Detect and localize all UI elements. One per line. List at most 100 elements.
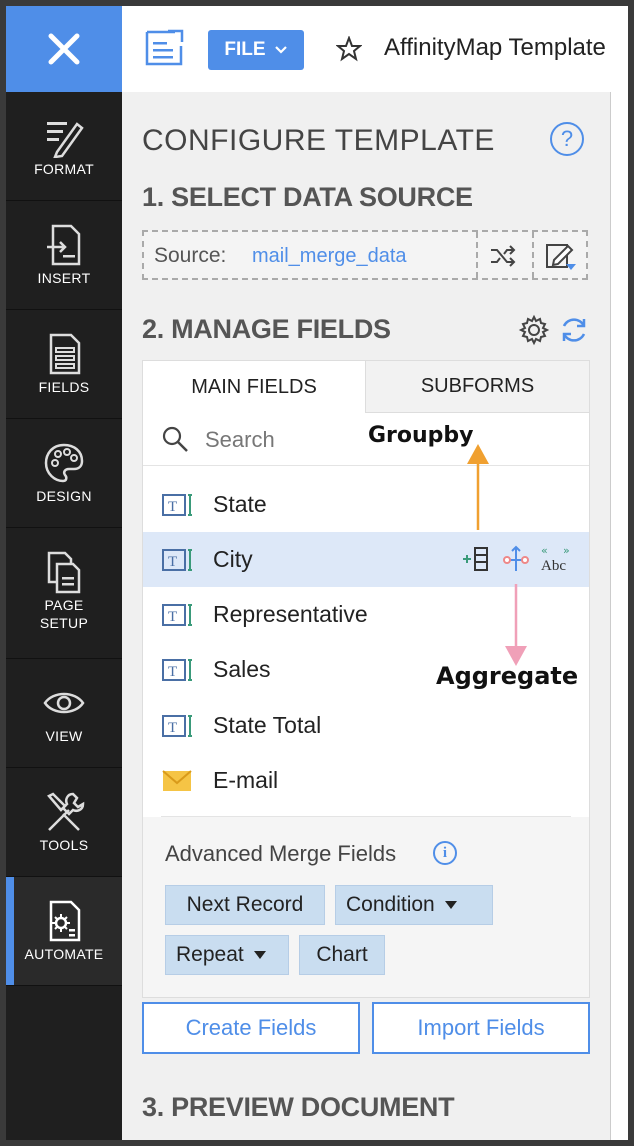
rail-item-design[interactable]: DESIGN — [6, 419, 122, 528]
rail-item-view[interactable]: VIEW — [6, 659, 122, 768]
next-record-chip[interactable]: Next Record — [165, 885, 325, 925]
rail-item-label: FORMAT — [34, 161, 94, 177]
email-icon — [162, 770, 192, 791]
rail-item-format[interactable]: FORMAT — [6, 92, 122, 201]
svg-text:T: T — [168, 609, 177, 625]
fields-icon — [49, 333, 81, 375]
rail-item-label: DESIGN — [36, 488, 92, 504]
svg-text:T: T — [168, 499, 177, 515]
field-label: City — [213, 546, 253, 572]
caret-down-icon — [253, 951, 266, 959]
rail-item-label: INSERT — [37, 270, 91, 286]
rail-item-label: PAGE SETUP — [39, 597, 89, 631]
tab-main-fields[interactable]: MAIN FIELDS — [143, 361, 365, 413]
field-row-representative[interactable]: T Representative — [143, 587, 589, 642]
source-value-link[interactable]: mail_merge_data — [252, 245, 407, 268]
field-label: Sales — [213, 656, 271, 682]
divider — [532, 232, 534, 278]
text-field-icon: T — [162, 715, 192, 737]
rail-item-tools[interactable]: TOOLS — [6, 768, 122, 877]
text-field-icon: T — [162, 604, 192, 626]
rail-item-page-setup[interactable]: PAGE SETUP — [6, 528, 122, 659]
rail-item-automate[interactable]: AUTOMATE — [6, 877, 122, 986]
eye-icon — [43, 692, 85, 714]
rail-item-label: AUTOMATE — [24, 946, 104, 962]
file-menu-label: FILE — [224, 39, 266, 60]
app-window: FORMAT INSERT FIELDS DESIGN PAGE SETUP V… — [6, 6, 628, 1140]
svg-text:Abc: Abc — [541, 558, 566, 574]
palette-icon — [44, 443, 84, 483]
svg-text:«: « — [541, 544, 548, 557]
svg-text:T: T — [168, 664, 177, 680]
document-title[interactable]: AffinityMap Template — [384, 34, 606, 62]
close-button[interactable] — [6, 6, 122, 92]
svg-text:T: T — [168, 720, 177, 736]
create-fields-button[interactable]: Create Fields — [142, 1002, 360, 1054]
tools-icon — [47, 792, 85, 831]
chip-label: Chart — [316, 943, 368, 966]
rail-item-label: VIEW — [45, 728, 83, 744]
rail-item-fields[interactable]: FIELDS — [6, 310, 122, 419]
section-manage-fields: 2. MANAGE FIELDS — [142, 314, 391, 344]
text-field-icon: T — [162, 659, 192, 681]
field-label: E-mail — [213, 767, 279, 793]
refresh-icon[interactable] — [558, 314, 590, 346]
field-row-city[interactable]: T City « » Abc — [143, 532, 589, 587]
groupby-annotation: Groupby — [368, 423, 474, 448]
divider — [476, 232, 478, 278]
document-icon[interactable] — [144, 28, 186, 68]
text-field-icon: T — [162, 494, 192, 516]
field-row-email[interactable]: E-mail — [143, 753, 589, 808]
chip-label: Condition — [346, 893, 435, 916]
page-setup-icon — [47, 551, 81, 594]
data-source-box: Source: mail_merge_data — [142, 230, 588, 280]
rail-item-insert[interactable]: INSERT — [6, 201, 122, 310]
edit-source-icon[interactable] — [544, 240, 578, 272]
field-label: Representative — [213, 601, 368, 627]
file-menu-button[interactable]: FILE — [208, 30, 304, 70]
tab-subforms[interactable]: SUBFORMS — [365, 361, 589, 413]
chart-chip[interactable]: Chart — [299, 935, 385, 975]
automate-icon — [49, 900, 81, 942]
groupby-icon[interactable] — [461, 544, 491, 574]
advanced-merge-fields-title: Advanced Merge Fields — [165, 841, 397, 866]
gear-icon[interactable] — [518, 314, 550, 346]
chip-label: Next Record — [186, 893, 304, 916]
svg-text:»: » — [563, 544, 570, 557]
rail-item-label: TOOLS — [39, 837, 89, 853]
left-rail: FORMAT INSERT FIELDS DESIGN PAGE SETUP V… — [6, 6, 122, 1140]
search-icon — [162, 426, 188, 452]
field-label: State Total — [213, 712, 322, 738]
chip-label: Repeat — [176, 943, 244, 966]
aggregate-annotation: Aggregate — [436, 662, 579, 690]
rail-item-label: FIELDS — [38, 379, 90, 395]
help-icon[interactable]: ? — [550, 122, 584, 156]
panel-title: CONFIGURE TEMPLATE — [142, 124, 495, 157]
advanced-merge-fields: Advanced Merge Fields i Next Record Cond… — [143, 817, 589, 997]
field-row-state[interactable]: T State — [143, 477, 589, 532]
search-row — [143, 413, 589, 466]
import-fields-button[interactable]: Import Fields — [372, 1002, 590, 1054]
svg-text:T: T — [168, 554, 177, 570]
field-label: State — [213, 491, 267, 517]
info-icon[interactable]: i — [433, 841, 457, 865]
document-canvas-edge — [610, 92, 628, 1140]
repeat-chip[interactable]: Repeat — [165, 935, 289, 975]
insert-icon — [47, 224, 81, 266]
condition-chip[interactable]: Condition — [335, 885, 493, 925]
section-select-data-source: 1. SELECT DATA SOURCE — [142, 182, 473, 212]
section-preview-document: 3. PREVIEW DOCUMENT — [142, 1092, 455, 1122]
configure-template-panel: CONFIGURE TEMPLATE ? 1. SELECT DATA SOUR… — [122, 92, 610, 1140]
caret-down-icon — [444, 901, 457, 909]
chevron-down-icon — [274, 46, 287, 54]
format-text-icon[interactable]: « » Abc — [539, 544, 575, 574]
star-icon[interactable] — [336, 36, 362, 62]
source-label: Source: — [154, 244, 227, 267]
top-bar: FILE AffinityMap Template — [122, 6, 628, 93]
pen-icon — [47, 122, 84, 158]
field-row-state-total[interactable]: T State Total — [143, 698, 589, 753]
text-field-icon: T — [162, 549, 192, 571]
aggregate-icon[interactable] — [501, 544, 531, 574]
shuffle-icon[interactable] — [488, 242, 518, 270]
close-icon — [48, 33, 80, 65]
